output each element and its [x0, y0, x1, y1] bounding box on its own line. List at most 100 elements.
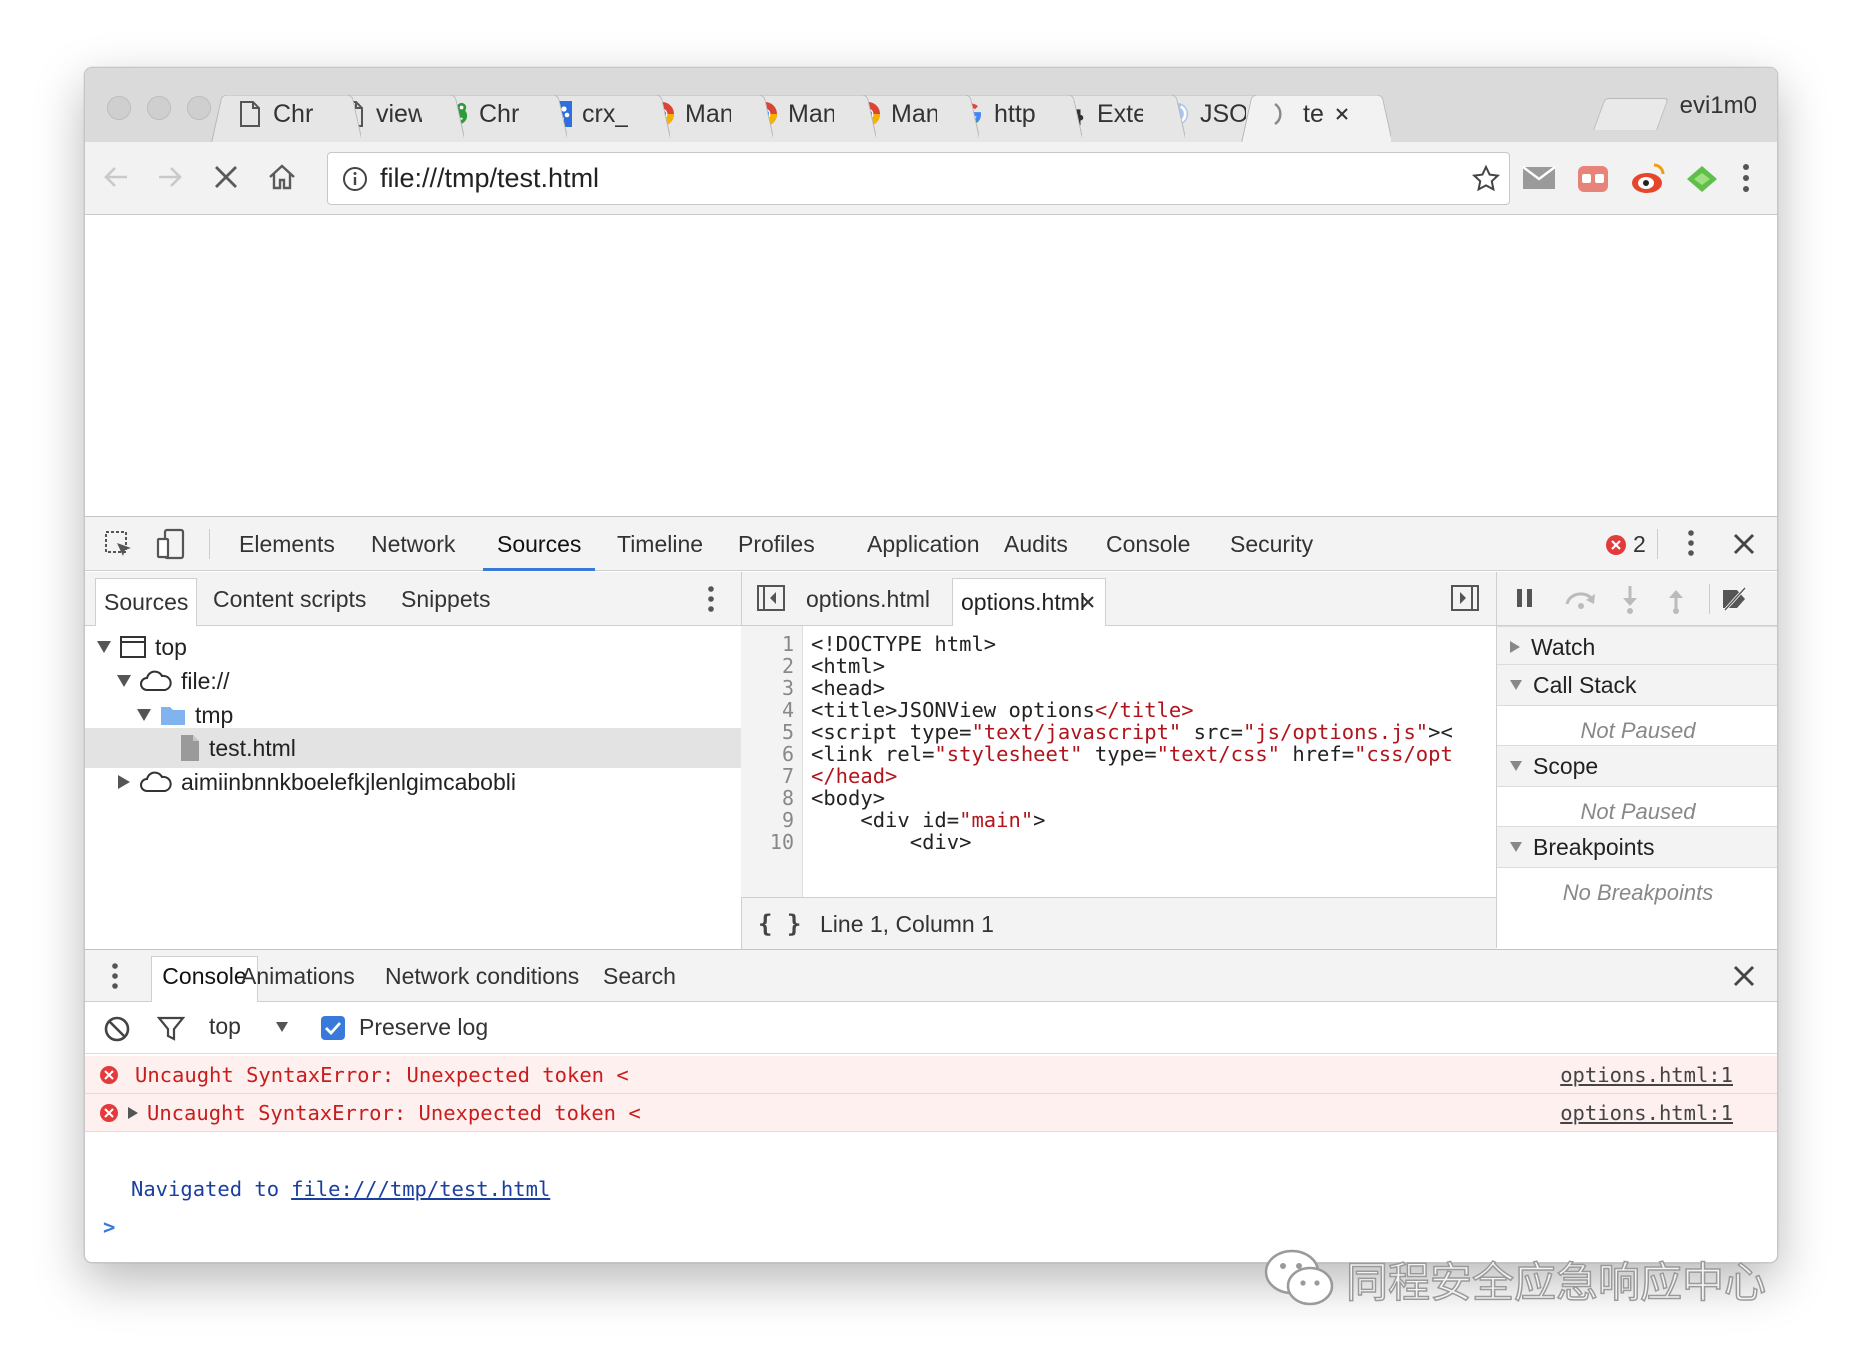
bookmark-star-icon[interactable] — [1471, 164, 1501, 194]
info-icon[interactable] — [342, 166, 368, 192]
triangle-right-icon[interactable] — [117, 774, 131, 790]
code-line[interactable]: <script type="text/javascript" src="js/o… — [811, 720, 1453, 744]
editor-tabbar: options.html options.html — [742, 572, 1496, 626]
toggle-navigator-button[interactable] — [756, 584, 786, 617]
minimize-window-button[interactable] — [147, 96, 171, 120]
zoom-window-button[interactable] — [187, 96, 211, 120]
code-line[interactable]: <link rel="stylesheet" type="text/css" h… — [811, 742, 1453, 766]
drawer-menu-button[interactable] — [111, 961, 119, 996]
line-number[interactable]: 8 — [782, 786, 794, 810]
inspect-element-button[interactable] — [103, 529, 135, 566]
devtools-tab-network[interactable]: Network — [371, 517, 455, 571]
triangle-down-icon[interactable] — [96, 640, 112, 654]
navigated-url-link[interactable]: file:///tmp/test.html — [291, 1177, 550, 1201]
call-stack-section[interactable]: Call Stack — [1497, 664, 1777, 706]
close-window-button[interactable] — [107, 96, 131, 120]
pretty-print-button[interactable]: { } — [758, 910, 801, 938]
browser-tab[interactable]: te — [1241, 86, 1391, 142]
drawer-close-button[interactable] — [1731, 963, 1757, 994]
source-link[interactable]: options.html:1 — [1560, 1063, 1733, 1087]
breakpoints-section[interactable]: Breakpoints — [1497, 826, 1777, 868]
devtools-close-button[interactable] — [1731, 531, 1757, 562]
home-button[interactable] — [265, 160, 299, 194]
editor-tab-options-2[interactable]: options.html — [952, 578, 1106, 626]
triangle-down-icon[interactable] — [136, 708, 152, 722]
console-prompt[interactable]: > — [85, 1208, 1777, 1246]
prompt-chevron-icon: > — [103, 1215, 116, 1239]
navigator-tab-snippets[interactable]: Snippets — [401, 572, 491, 626]
watch-section[interactable]: Watch — [1497, 626, 1777, 668]
code-line[interactable]: <html> — [811, 654, 885, 678]
toggle-debugger-button[interactable] — [1450, 584, 1480, 617]
code-line[interactable]: <div> — [811, 830, 972, 854]
devtools-tab-security[interactable]: Security — [1230, 517, 1313, 571]
drawer-tab-network-conditions[interactable]: Network conditions — [385, 950, 579, 1002]
navigator-menu-button[interactable] — [707, 584, 715, 619]
stop-button[interactable] — [209, 160, 243, 194]
scope-section[interactable]: Scope — [1497, 745, 1777, 787]
close-icon[interactable] — [1335, 107, 1349, 121]
line-number[interactable]: 3 — [782, 676, 794, 700]
filter-button[interactable] — [156, 1015, 186, 1048]
browser-menu-button[interactable] — [1741, 162, 1751, 199]
tab-title: Man — [891, 99, 937, 128]
editor-tab-options-1[interactable]: options.html — [806, 572, 946, 626]
line-number[interactable]: 9 — [782, 808, 794, 832]
glasses-extension-icon[interactable] — [1576, 162, 1610, 201]
devtools-tab-timeline[interactable]: Timeline — [617, 517, 703, 571]
browser-tab[interactable]: Chr — [211, 86, 361, 142]
devtools-tab-sources[interactable]: Sources — [482, 517, 596, 571]
tree-item[interactable]: aimiinbnnkboelefkjlenlgimcabobli — [85, 762, 741, 802]
devtools-tab-elements[interactable]: Elements — [239, 517, 335, 571]
devtools-tab-audits[interactable]: Audits — [1004, 517, 1068, 571]
step-out-button[interactable] — [1667, 584, 1685, 619]
line-number[interactable]: 1 — [782, 632, 794, 656]
diamond-extension-icon[interactable] — [1685, 164, 1719, 199]
forward-button[interactable] — [153, 160, 187, 194]
device-toolbar-button[interactable] — [155, 527, 187, 566]
preserve-log-checkbox[interactable] — [321, 1016, 345, 1040]
line-number[interactable]: 5 — [782, 720, 794, 744]
weibo-extension-icon[interactable] — [1630, 162, 1666, 201]
deactivate-breakpoints-button[interactable] — [1721, 586, 1747, 617]
pause-button[interactable] — [1515, 587, 1535, 614]
line-number[interactable]: 2 — [782, 654, 794, 678]
drawer-tab-animations[interactable]: Animations — [241, 950, 355, 1002]
error-counter[interactable]: 2 — [1605, 531, 1646, 558]
line-number[interactable]: 7 — [782, 764, 794, 788]
source-link[interactable]: options.html:1 — [1560, 1101, 1733, 1125]
context-selector[interactable]: top — [209, 1013, 289, 1040]
new-tab-button[interactable] — [1593, 98, 1669, 130]
line-number[interactable]: 4 — [782, 698, 794, 722]
console-error-message[interactable]: Uncaught SyntaxError: Unexpected token <… — [85, 1094, 1777, 1132]
clear-console-button[interactable] — [103, 1015, 131, 1048]
triangle-right-icon[interactable] — [127, 1106, 139, 1120]
code-line[interactable]: </head> — [811, 764, 897, 788]
code-line[interactable]: <div id="main"> — [811, 808, 1045, 832]
code-line[interactable]: <body> — [811, 786, 885, 810]
step-over-button[interactable] — [1563, 586, 1599, 615]
mail-extension-icon[interactable] — [1521, 164, 1557, 197]
line-number[interactable]: 6 — [782, 742, 794, 766]
back-button[interactable] — [99, 160, 133, 194]
code-line[interactable]: <!DOCTYPE html> — [811, 632, 996, 656]
url-text[interactable]: file:///tmp/test.html — [380, 163, 599, 194]
code-line[interactable]: <head> — [811, 676, 885, 700]
triangle-down-icon[interactable] — [116, 674, 132, 688]
profile-name[interactable]: evi1m0 — [1680, 92, 1757, 120]
console-error-message[interactable]: Uncaught SyntaxError: Unexpected token <… — [85, 1056, 1777, 1094]
address-bar[interactable]: file:///tmp/test.html — [327, 152, 1510, 205]
close-icon[interactable] — [1081, 595, 1095, 609]
devtools-menu-button[interactable] — [1687, 528, 1695, 563]
step-into-button[interactable] — [1621, 584, 1639, 619]
navigator-tab-content-scripts[interactable]: Content scripts — [213, 572, 366, 626]
code-line[interactable]: <title>JSONView options</title> — [811, 698, 1194, 722]
devtools-tab-profiles[interactable]: Profiles — [738, 517, 815, 571]
code-editor[interactable]: 1 2 3 4 5 6 7 8 9 10 <!DOCTYPE html> <html> <head> <… — [741, 626, 1495, 897]
devtools-tab-application[interactable]: Application — [867, 517, 980, 571]
error-icon — [100, 1065, 118, 1084]
line-number[interactable]: 10 — [770, 830, 794, 854]
drawer-tab-search[interactable]: Search — [603, 950, 676, 1002]
devtools-tab-console[interactable]: Console — [1106, 517, 1190, 571]
navigator-tab-sources[interactable]: Sources — [95, 578, 198, 626]
